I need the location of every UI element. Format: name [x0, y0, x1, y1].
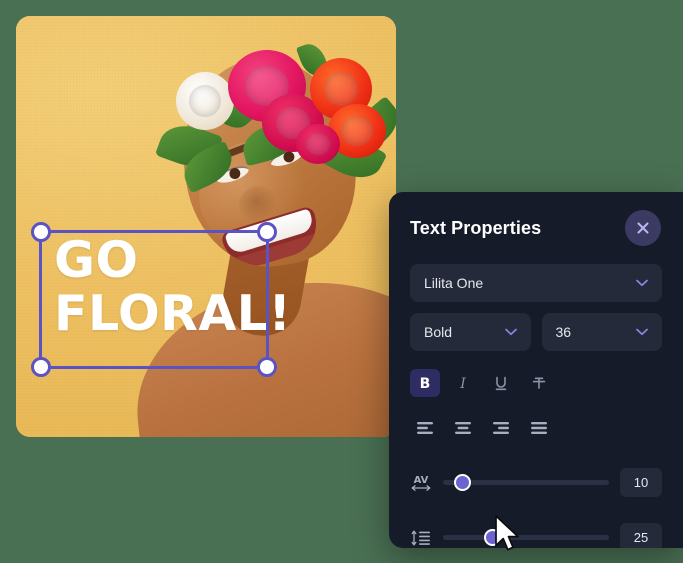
close-icon — [637, 222, 649, 234]
bold-button[interactable]: B — [410, 369, 440, 397]
font-weight-select[interactable]: Bold — [410, 313, 531, 351]
photo-model — [16, 16, 396, 437]
svg-text:I: I — [459, 376, 466, 392]
flower-crown — [146, 30, 396, 194]
resize-handle-bottom-right[interactable] — [257, 357, 277, 377]
font-size-select[interactable]: 36 — [541, 313, 662, 351]
text-selection-frame[interactable] — [31, 222, 277, 377]
text-style-button-group: B I — [410, 369, 662, 397]
line-height-value[interactable]: 25 — [620, 523, 662, 548]
resize-handle-bottom-left[interactable] — [31, 357, 51, 377]
line-height-row: 25 — [410, 523, 662, 548]
font-size-value: 36 — [555, 324, 572, 340]
chevron-down-icon — [504, 328, 517, 336]
line-height-slider-thumb[interactable] — [484, 529, 502, 546]
line-height-icon — [410, 527, 432, 549]
italic-button[interactable]: I — [448, 369, 478, 397]
chevron-down-icon — [636, 279, 648, 287]
resize-handle-top-right[interactable] — [257, 222, 277, 242]
svg-text:B: B — [420, 376, 431, 392]
strikethrough-button[interactable] — [524, 369, 554, 397]
font-family-select[interactable]: Lilita One — [410, 264, 662, 302]
italic-icon: I — [459, 376, 466, 392]
bold-icon: B — [420, 376, 431, 392]
design-canvas[interactable]: GO FLORAL! — [16, 16, 396, 437]
align-left-button[interactable] — [410, 414, 440, 442]
font-family-value: Lilita One — [424, 275, 484, 291]
align-center-button[interactable] — [448, 414, 478, 442]
letter-spacing-row: AV 10 — [410, 468, 662, 497]
align-justify-button[interactable] — [524, 414, 554, 442]
panel-body: Lilita One Bold 36 B I AV 10 25 — [389, 246, 683, 548]
panel-title: Text Properties — [410, 217, 542, 238]
font-weight-value: Bold — [424, 324, 453, 340]
align-justify-icon — [531, 422, 547, 434]
underline-icon — [495, 376, 507, 391]
strikethrough-icon — [532, 377, 546, 389]
text-properties-panel: Text Properties Lilita One Bold 36 B I A… — [389, 192, 683, 548]
letter-spacing-slider-thumb[interactable] — [454, 474, 472, 491]
letter-spacing-value[interactable]: 10 — [620, 468, 662, 497]
underline-button[interactable] — [486, 369, 516, 397]
align-left-icon — [417, 422, 433, 434]
line-height-slider-track[interactable] — [443, 529, 609, 546]
svg-text:AV: AV — [414, 475, 429, 486]
align-center-icon — [455, 422, 471, 434]
align-right-icon — [493, 422, 509, 434]
panel-header: Text Properties — [389, 192, 683, 246]
close-panel-button[interactable] — [625, 210, 661, 246]
resize-handle-top-left[interactable] — [31, 222, 51, 242]
letter-spacing-icon: AV — [410, 472, 432, 494]
chevron-down-icon — [636, 328, 648, 336]
font-style-size-row: Bold 36 — [410, 313, 662, 351]
align-right-button[interactable] — [486, 414, 516, 442]
letter-spacing-slider-track[interactable] — [443, 474, 609, 491]
text-align-button-group — [410, 414, 662, 442]
